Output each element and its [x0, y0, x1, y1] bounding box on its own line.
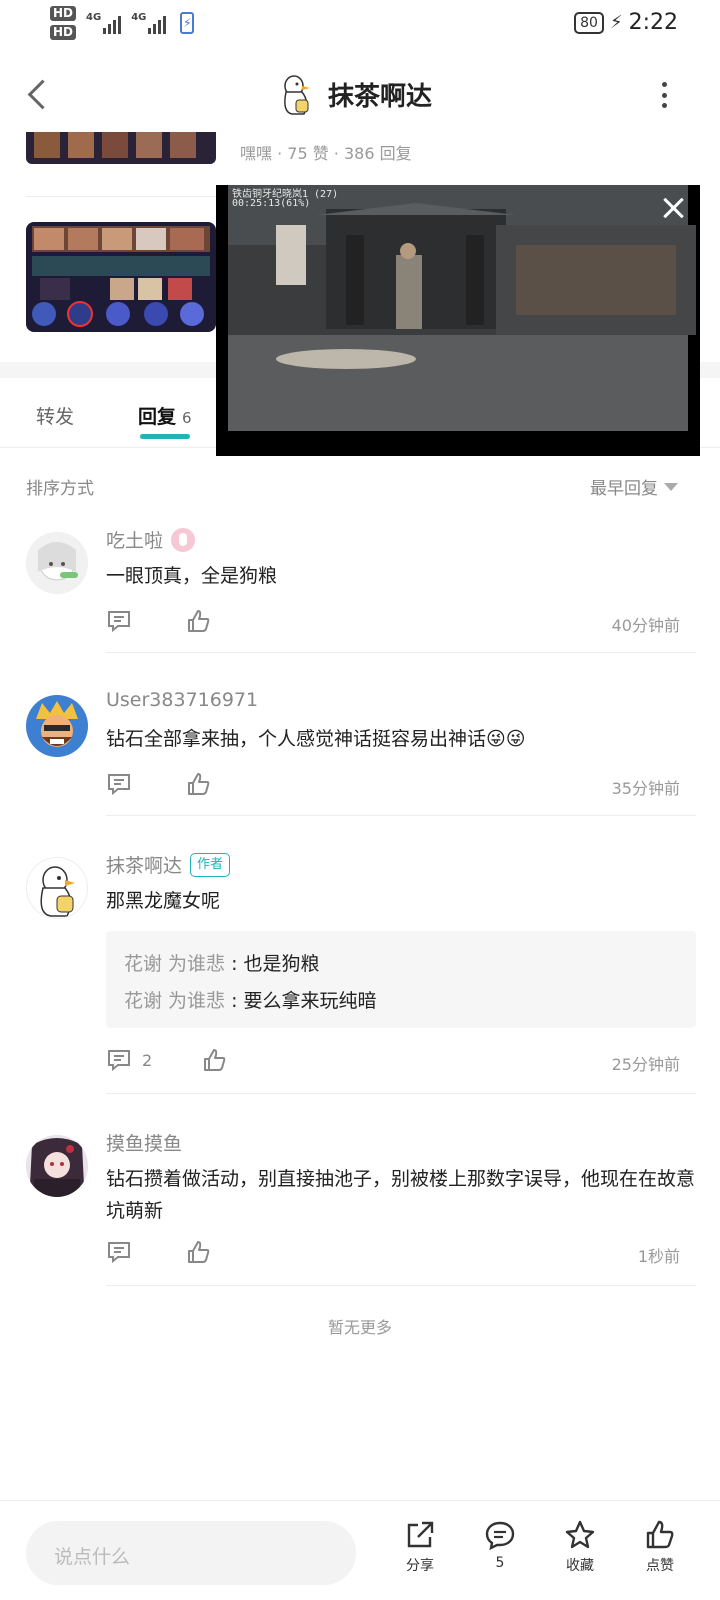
sort-dropdown[interactable]: 最早回复 [590, 474, 678, 499]
divider [106, 1285, 696, 1286]
like-button[interactable] [186, 1239, 212, 1265]
like-button[interactable] [186, 771, 212, 797]
signal-icon-2: 4G [131, 12, 167, 34]
share-button[interactable]: 分享 [390, 1519, 450, 1575]
divider [106, 815, 696, 816]
comment-icon [108, 611, 130, 633]
sub-reply-text: 要么拿来玩纯暗 [243, 990, 377, 1012]
tab-reply[interactable]: 回复 6 [138, 402, 192, 429]
post-image-thumbnail-2[interactable] [26, 222, 216, 332]
sub-reply-text: 也是狗粮 [243, 953, 320, 975]
divider [106, 652, 696, 653]
medal-badge-icon [171, 527, 196, 552]
close-video-button[interactable] [660, 195, 686, 221]
comment-text: 钻石攒着做活动，别直接抽池子，别被楼上那数字误导，他现在在故意坑萌新 [106, 1168, 696, 1222]
comment-icon [108, 1242, 130, 1264]
comment-text: 钻石全部拿来抽，个人感觉神话挺容易出神话😜😜 [106, 728, 526, 750]
comment-icon [108, 774, 130, 796]
author-avatar[interactable] [278, 72, 314, 116]
status-left: HD HD 4G 4G ⚡ [50, 6, 195, 40]
commenter-avatar[interactable] [26, 695, 88, 757]
top-header: 抹茶啊达 [0, 62, 720, 126]
comment-text: 一眼顶真，全是狗粮 [106, 565, 278, 587]
star-icon [565, 1520, 595, 1549]
like-label: 点赞 [646, 1558, 674, 1574]
like-button[interactable] [202, 1047, 228, 1073]
like-button[interactable] [186, 608, 212, 634]
sub-reply-author[interactable]: 花谢 为谁悲 [124, 953, 225, 975]
share-icon [407, 1521, 434, 1548]
sub-reply: 花谢 为谁悲 : 也是狗粮 [124, 949, 320, 976]
sub-replies-box[interactable]: 花谢 为谁悲 : 也是狗粮 花谢 为谁悲 : 要么拿来玩纯暗 [106, 931, 696, 1028]
tab-reply-label: 回复 [138, 406, 177, 428]
signal-icon-1: 4G [86, 12, 122, 34]
clock: 2:22 [628, 10, 678, 35]
video-progress-overlay: 00:25:13(61%) [232, 198, 311, 209]
thumbs-up-icon [188, 773, 210, 795]
more-options-button[interactable] [662, 82, 668, 108]
thumbs-up-icon [188, 1241, 210, 1263]
comment-input-placeholder: 说点什么 [54, 1546, 131, 1568]
favorite-button[interactable]: 收藏 [550, 1519, 610, 1575]
sub-reply-separator: : [225, 990, 244, 1012]
comments-count: 5 [495, 1555, 505, 1571]
tab-reply-count: 6 [182, 409, 192, 427]
commenter-name[interactable]: 摸鱼摸鱼 [106, 1129, 182, 1156]
comment-time: 35分钟前 [611, 779, 680, 798]
battery-saver-icon: ⚡ [180, 12, 195, 34]
divider [106, 1093, 696, 1094]
floating-video-player[interactable]: 铁齿铜牙纪晓岚1 (27) 00:25:13(61%) [216, 185, 700, 456]
reply-count: 2 [142, 1050, 153, 1070]
comment-time: 1秒前 [637, 1247, 680, 1266]
sub-reply-separator: : [225, 953, 244, 975]
hd-badge-1: HD [50, 6, 77, 21]
battery-level: 80 [574, 11, 604, 34]
share-label: 分享 [406, 1558, 434, 1574]
thumbs-up-icon [646, 1520, 674, 1549]
comment-bubble-icon [485, 1521, 515, 1551]
reply-button[interactable] [106, 608, 132, 634]
commenter-name[interactable]: 抹茶啊达 [106, 851, 182, 878]
charging-icon: ⚡ [609, 12, 623, 33]
back-button[interactable] [24, 76, 54, 112]
commenter-name[interactable]: 吃土啦 [106, 526, 163, 553]
tab-repost[interactable]: 转发 [36, 402, 74, 429]
sub-reply-author[interactable]: 花谢 为谁悲 [124, 990, 225, 1012]
like-post-button[interactable]: 点赞 [630, 1519, 690, 1575]
thumbs-up-icon [204, 1049, 226, 1071]
commenter-avatar[interactable] [26, 1135, 88, 1197]
bottom-bar: 说点什么 分享 5 收藏 点赞 [0, 1500, 720, 1600]
page-title: 抹茶啊达 [328, 82, 433, 112]
sort-label: 排序方式 [26, 479, 94, 499]
commenter-avatar[interactable] [26, 857, 88, 919]
reply-button[interactable] [106, 1239, 132, 1265]
sub-reply: 花谢 为谁悲 : 要么拿来玩纯暗 [124, 986, 377, 1013]
thumbs-up-icon [188, 610, 210, 632]
reply-button[interactable]: 2 [106, 1047, 152, 1073]
comment-icon [108, 1050, 130, 1072]
chevron-down-icon [664, 482, 678, 491]
author-badge: 作者 [190, 852, 231, 877]
post-image-thumbnail[interactable] [26, 132, 216, 164]
status-bar: HD HD 4G 4G ⚡ 80 ⚡ 2:22 [0, 0, 720, 52]
status-right: 80 ⚡ 2:22 [574, 10, 678, 35]
sort-selected-value: 最早回复 [590, 479, 658, 499]
comment-text: 那黑龙魔女呢 [106, 890, 221, 912]
post-meta: 嘿嘿 · 75 赞 · 386 回复 [240, 144, 412, 163]
comments-button[interactable]: 5 [470, 1519, 530, 1571]
active-tab-indicator [140, 434, 190, 439]
hd-badge-2: HD [50, 25, 77, 40]
commenter-avatar[interactable] [26, 532, 88, 594]
comment-time: 25分钟前 [611, 1055, 680, 1074]
comment-time: 40分钟前 [611, 616, 680, 635]
favorite-label: 收藏 [566, 1558, 594, 1574]
commenter-name[interactable]: User383716971 [106, 689, 258, 711]
no-more-text: 暂无更多 [327, 1318, 392, 1337]
reply-button[interactable] [106, 771, 132, 797]
comment-input[interactable]: 说点什么 [26, 1521, 356, 1585]
